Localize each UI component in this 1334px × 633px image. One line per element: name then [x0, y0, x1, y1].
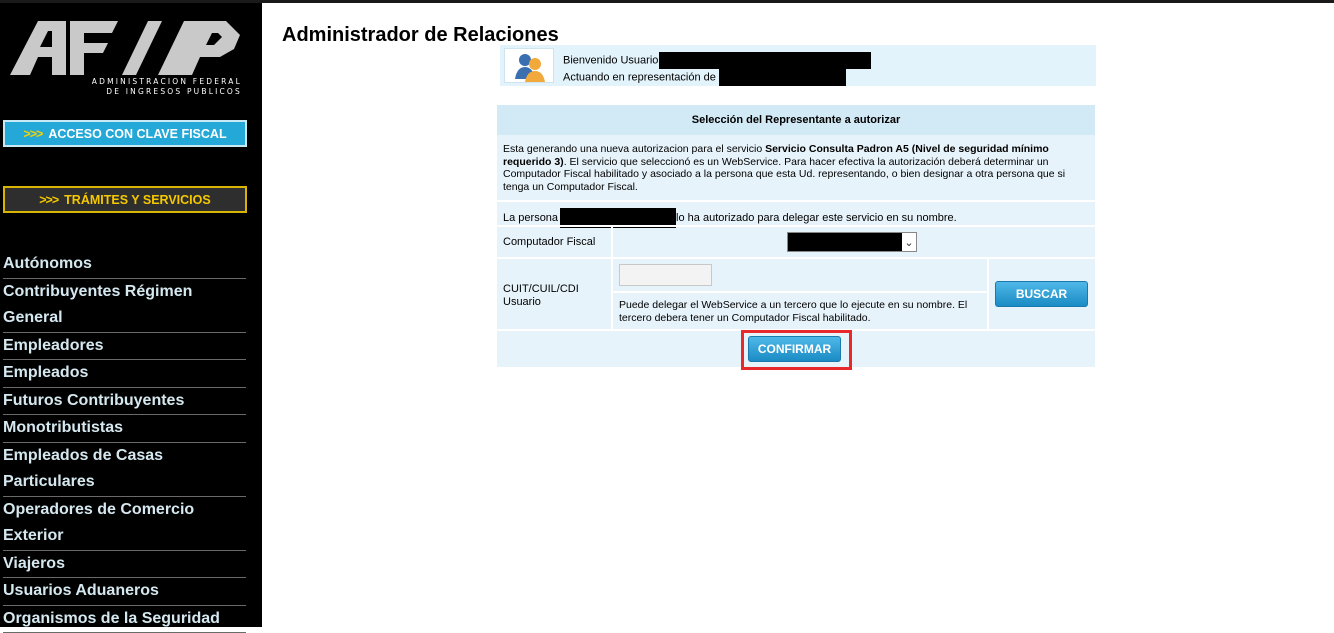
delegation-note: Puede delegar el WebService a un tercero…	[619, 299, 984, 325]
users-icon	[504, 48, 554, 83]
computador-fiscal-label: Computador Fiscal	[503, 236, 595, 248]
logo-line1: ADMINISTRACION FEDERAL	[62, 77, 242, 87]
divider	[497, 200, 1095, 202]
sidebar-item-contribuyentes[interactable]: Contribuyentes Régimen General	[3, 279, 246, 333]
sidebar-item-empleados[interactable]: Empleados	[3, 360, 246, 388]
cuit-input[interactable]	[619, 264, 712, 286]
persona-prefix: La persona	[503, 212, 558, 224]
sidebar-item-monotributistas[interactable]: Monotributistas	[3, 415, 246, 443]
sidebar-menu: Autónomos Contribuyentes Régimen General…	[3, 251, 246, 633]
authorization-form: Selección del Representante a autorizar …	[497, 105, 1095, 367]
welcome-user-label: Bienvenido Usuario	[563, 54, 658, 66]
welcome-representation-row: Actuando en representación de	[563, 69, 846, 86]
sidebar-item-autonomos[interactable]: Autónomos	[3, 251, 246, 279]
buscar-button[interactable]: BUSCAR	[995, 281, 1088, 307]
sidebar-item-aduaneros[interactable]: Usuarios Aduaneros	[3, 578, 246, 606]
tramites-button[interactable]: >>> TRÁMITES Y SERVICIOS	[3, 186, 247, 213]
divider	[611, 259, 613, 329]
sidebar-item-empleadores[interactable]: Empleadores	[3, 333, 246, 361]
persona-suffix: lo ha autorizado para delegar este servi…	[676, 212, 957, 224]
tramites-label: TRÁMITES Y SERVICIOS	[64, 193, 211, 207]
divider	[497, 225, 1095, 227]
divider	[611, 227, 613, 257]
welcome-user-row: Bienvenido Usuario	[563, 52, 871, 69]
desc-part1: Esta generando una nueva autorizacion pa…	[503, 143, 765, 155]
desc-part2: . El servicio que seleccionó es un WebSe…	[503, 156, 1065, 193]
representation-label: Actuando en representación de	[563, 71, 716, 83]
welcome-panel: Bienvenido Usuario Actuando en represent…	[500, 45, 1096, 86]
sidebar-item-comercio-exterior[interactable]: Operadores de Comercio Exterior	[3, 497, 246, 551]
redacted-representation	[719, 69, 846, 86]
divider	[613, 291, 987, 293]
service-description: Esta generando una nueva autorizacion pa…	[503, 143, 1088, 193]
divider	[497, 257, 1095, 259]
clave-fiscal-button[interactable]: >>> ACCESO CON CLAVE FISCAL	[3, 120, 247, 147]
sidebar-item-futuros[interactable]: Futuros Contribuyentes	[3, 388, 246, 416]
sidebar: ADMINISTRACION FEDERAL DE INGRESOS PUBLI…	[0, 3, 262, 627]
form-section-title: Selección del Representante a autorizar	[497, 105, 1095, 135]
tramites-arrow: >>>	[39, 193, 58, 207]
page-title: Administrador de Relaciones	[282, 24, 559, 47]
sidebar-item-casas-particulares[interactable]: Empleados de Casas Particulares	[3, 443, 246, 497]
chevron-down-icon: ⌄	[902, 233, 916, 251]
cuit-label: CUIT/CUIL/CDI Usuario	[503, 283, 603, 309]
computador-fiscal-select[interactable]: ⌄	[787, 232, 917, 252]
redacted-username	[659, 52, 871, 69]
clave-fiscal-arrow: >>>	[23, 127, 42, 141]
confirm-highlight-box	[741, 330, 852, 370]
divider	[987, 259, 989, 329]
sidebar-item-seguridad[interactable]: Organismos de la Seguridad	[3, 606, 246, 633]
logo-line2: DE INGRESOS PUBLICOS	[62, 87, 242, 97]
logo-subtitle: ADMINISTRACION FEDERAL DE INGRESOS PUBLI…	[62, 77, 242, 97]
clave-fiscal-label: ACCESO CON CLAVE FISCAL	[48, 127, 226, 141]
sidebar-item-viajeros[interactable]: Viajeros	[3, 551, 246, 579]
